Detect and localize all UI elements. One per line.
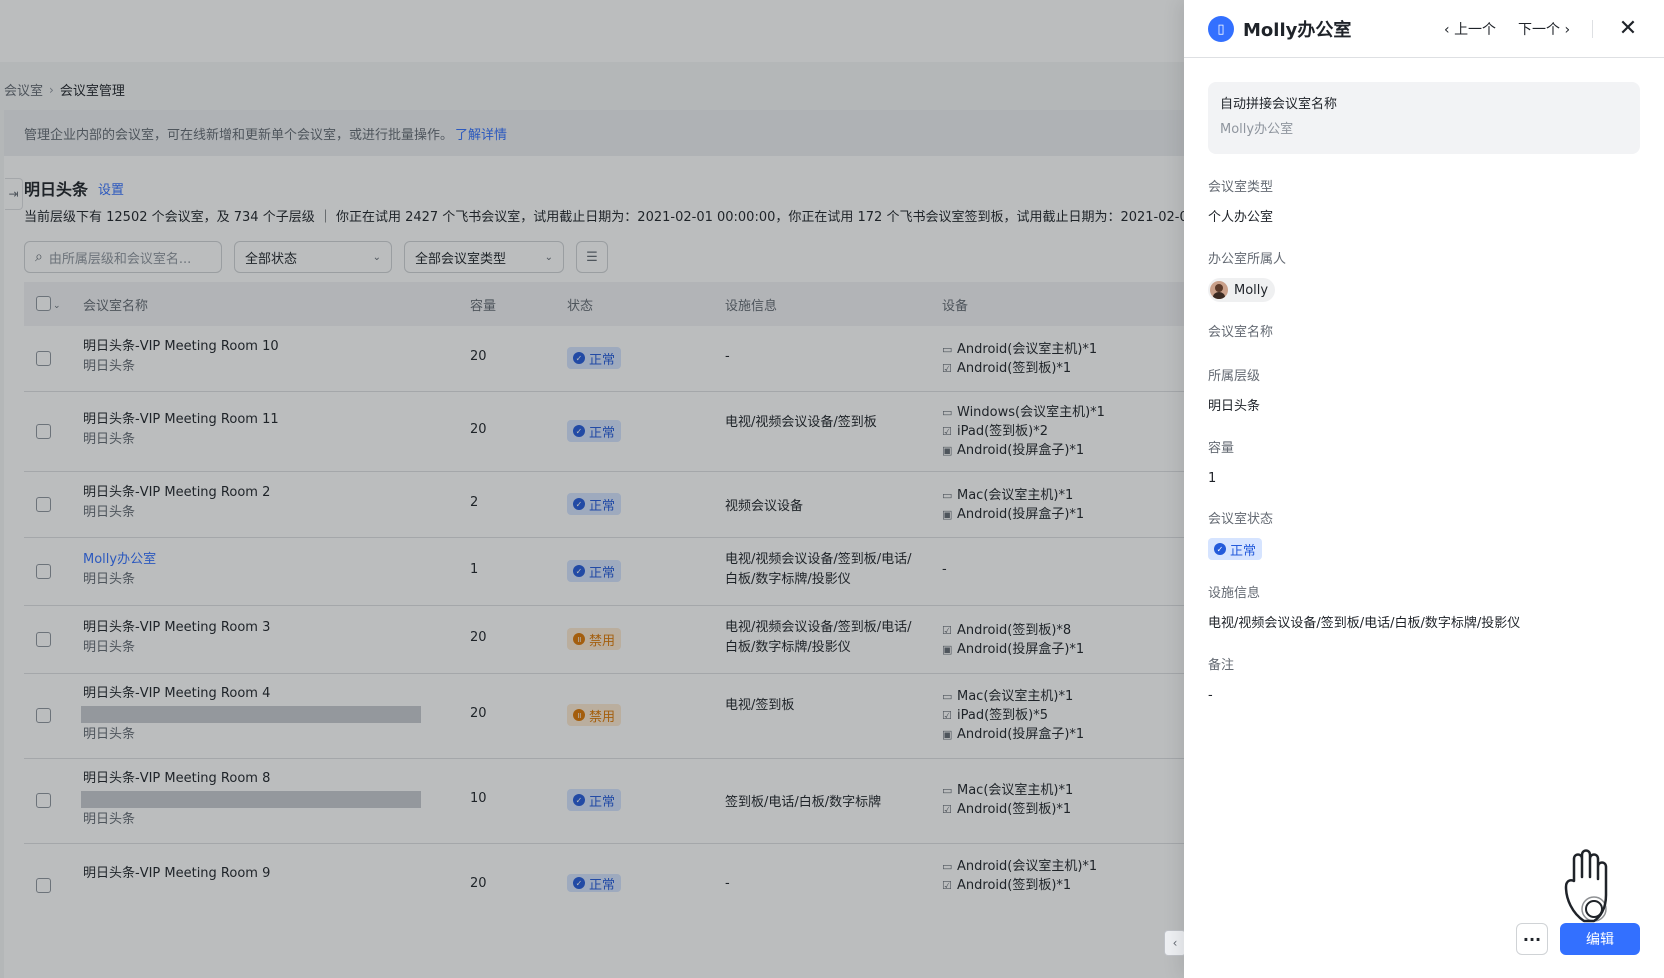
previous-button[interactable]: ‹ 上一个	[1444, 19, 1496, 39]
more-actions-button[interactable]: ···	[1516, 923, 1548, 955]
drawer-header: ▯ Molly办公室 ‹ 上一个 下一个 › ✕	[1184, 0, 1664, 58]
field-level: 所属层级 明日头条	[1208, 367, 1260, 417]
field-label: 容量	[1208, 441, 1235, 456]
field-value: -	[1208, 688, 1213, 703]
next-button[interactable]: 下一个 ›	[1518, 19, 1570, 39]
modal-mask[interactable]	[0, 0, 1184, 978]
field-value: 个人办公室	[1208, 210, 1274, 225]
field-room-name: 会议室名称	[1208, 323, 1273, 343]
owner-name: Molly	[1234, 282, 1269, 298]
field-notes: 备注 -	[1208, 656, 1234, 706]
edit-button[interactable]: 编辑	[1560, 923, 1640, 955]
auto-name-label: 自动拼接会议室名称	[1220, 97, 1338, 112]
field-label: 会议室状态	[1208, 512, 1274, 527]
field-capacity: 容量 1	[1208, 439, 1234, 489]
header-divider	[1592, 20, 1593, 38]
avatar	[1210, 281, 1228, 299]
close-icon[interactable]: ✕	[1614, 14, 1642, 42]
drawer-title: Molly办公室	[1243, 20, 1352, 41]
field-label: 会议室类型	[1208, 180, 1274, 195]
field-label: 办公室所属人	[1208, 252, 1287, 267]
chevron-left-icon[interactable]: ‹	[1164, 930, 1186, 956]
status-badge: ✓ 正常	[1208, 538, 1263, 560]
field-value: 电视/视频会议设备/签到板/电话/白板/数字标牌/投影仪	[1208, 616, 1521, 631]
field-owner: 办公室所属人 Molly	[1208, 250, 1286, 303]
chevron-left-icon: ‹	[1444, 22, 1455, 38]
field-label: 设施信息	[1208, 586, 1261, 601]
field-value: 1	[1208, 471, 1217, 486]
field-value: 明日头条	[1208, 399, 1261, 414]
auto-name-value: Molly办公室	[1220, 122, 1294, 137]
check-icon: ✓	[1214, 543, 1226, 555]
chevron-right-icon: ›	[1560, 22, 1571, 38]
owner-chip[interactable]: Molly	[1208, 278, 1276, 302]
field-status: 会议室状态 ✓ 正常	[1208, 510, 1273, 560]
field-label: 备注	[1208, 658, 1235, 673]
room-icon: ▯	[1208, 16, 1234, 42]
auto-name-box: 自动拼接会议室名称 Molly办公室	[1208, 82, 1640, 154]
room-detail-drawer: ▯ Molly办公室 ‹ 上一个 下一个 › ✕ 自动拼接会议室名称 Molly…	[1184, 0, 1664, 978]
field-room-type: 会议室类型 个人办公室	[1208, 178, 1273, 228]
field-facilities: 设施信息 电视/视频会议设备/签到板/电话/白板/数字标牌/投影仪	[1208, 584, 1520, 634]
hand-pointer-icon	[1564, 849, 1608, 923]
field-label: 会议室名称	[1208, 325, 1274, 340]
field-label: 所属层级	[1208, 369, 1261, 384]
